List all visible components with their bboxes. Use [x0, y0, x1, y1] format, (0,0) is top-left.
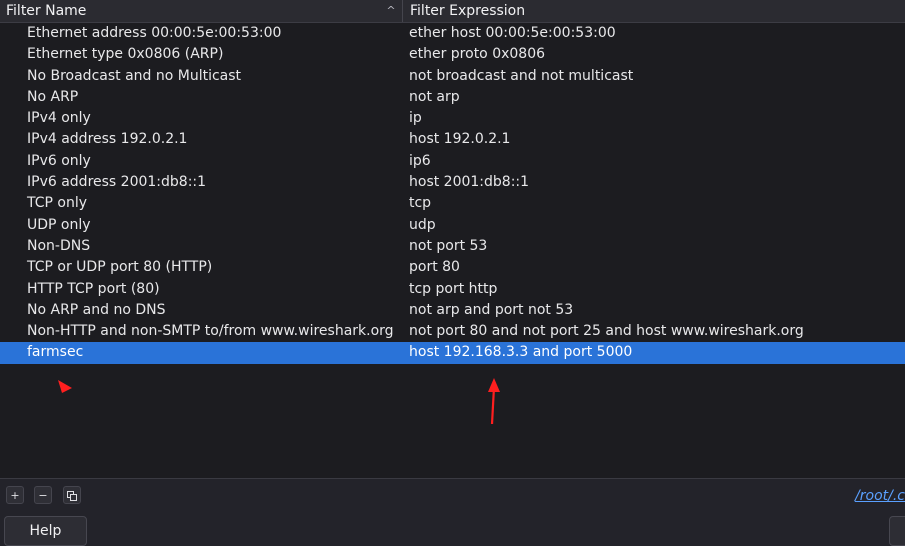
filter-expression-cell[interactable]: not port 80 and not port 25 and host www… — [409, 321, 804, 342]
help-button[interactable]: Help — [4, 516, 87, 546]
table-row[interactable]: No ARP not arp — [0, 87, 905, 108]
table-row[interactable]: IPv6 address 2001:db8::1 host 2001:db8::1 — [0, 172, 905, 193]
filter-expression-cell[interactable]: udp — [409, 215, 436, 236]
config-path-link[interactable]: /root/.c — [855, 488, 905, 504]
filter-name-cell[interactable]: IPv6 only — [27, 151, 91, 172]
filter-expression-cell[interactable]: tcp port http — [409, 279, 497, 300]
table-header: Filter Name ^ Filter Expression — [0, 0, 905, 23]
filter-expression-cell[interactable]: host 192.168.3.3 and port 5000 — [409, 342, 632, 363]
sort-ascending-icon[interactable]: ^ — [384, 0, 398, 22]
table-row[interactable]: UDP only udp — [0, 215, 905, 236]
table-row[interactable]: No ARP and no DNS not arp and port not 53 — [0, 300, 905, 321]
filter-name-cell[interactable]: TCP or UDP port 80 (HTTP) — [27, 257, 212, 278]
table-row[interactable]: Ethernet type 0x0806 (ARP) ether proto 0x… — [0, 44, 905, 65]
filter-name-cell[interactable]: UDP only — [27, 215, 91, 236]
filter-expression-cell[interactable]: not arp — [409, 87, 460, 108]
table-row[interactable]: TCP or UDP port 80 (HTTP) port 80 — [0, 257, 905, 278]
table-row[interactable]: IPv6 only ip6 — [0, 151, 905, 172]
table-row[interactable]: IPv4 only ip — [0, 108, 905, 129]
capture-filters-dialog: Filter Name ^ Filter Expression Ethernet… — [0, 0, 905, 546]
table-row[interactable]: HTTP TCP port (80) tcp port http — [0, 279, 905, 300]
filter-name-cell[interactable]: No ARP — [27, 87, 78, 108]
add-filter-button[interactable]: + — [6, 486, 24, 504]
table-row[interactable]: IPv4 address 192.0.2.1 host 192.0.2.1 — [0, 129, 905, 150]
filter-name-cell[interactable]: farmsec — [27, 342, 83, 363]
filter-name-cell[interactable]: Ethernet address 00:00:5e:00:53:00 — [27, 23, 281, 44]
filter-expression-cell[interactable]: not arp and port not 53 — [409, 300, 573, 321]
filter-expression-cell[interactable]: port 80 — [409, 257, 460, 278]
remove-filter-button[interactable]: − — [34, 486, 52, 504]
table-row[interactable]: Non-HTTP and non-SMTP to/from www.wiresh… — [0, 321, 905, 342]
filter-name-cell[interactable]: Non-HTTP and non-SMTP to/from www.wiresh… — [27, 321, 394, 342]
filter-name-cell[interactable]: HTTP TCP port (80) — [27, 279, 160, 300]
filter-expression-cell[interactable]: ip — [409, 108, 422, 129]
filter-table: Filter Name ^ Filter Expression Ethernet… — [0, 0, 905, 479]
filter-expression-cell[interactable]: host 192.0.2.1 — [409, 129, 510, 150]
filter-rows: Ethernet address 00:00:5e:00:53:00 ether … — [0, 23, 905, 364]
filter-expression-cell[interactable]: host 2001:db8::1 — [409, 172, 529, 193]
filter-expression-cell[interactable]: tcp — [409, 193, 431, 214]
filter-expression-cell[interactable]: ip6 — [409, 151, 431, 172]
filter-name-cell[interactable]: IPv6 address 2001:db8::1 — [27, 172, 206, 193]
filter-name-cell[interactable]: No Broadcast and no Multicast — [27, 66, 241, 87]
filter-name-cell[interactable]: Non-DNS — [27, 236, 90, 257]
annotation-arrow-right-line — [490, 386, 496, 425]
copy-filter-button[interactable] — [63, 486, 81, 504]
filter-name-cell[interactable]: TCP only — [27, 193, 87, 214]
table-row[interactable]: Non-DNS not port 53 — [0, 236, 905, 257]
filter-toolbar: + − /root/.c — [0, 484, 905, 508]
filter-name-cell[interactable]: IPv4 address 192.0.2.1 — [27, 129, 187, 150]
copy-icon — [67, 491, 77, 501]
table-row[interactable]: No Broadcast and no Multicast not broadca… — [0, 66, 905, 87]
table-row[interactable]: TCP only tcp — [0, 193, 905, 214]
filter-expression-cell[interactable]: ether proto 0x0806 — [409, 44, 545, 65]
filter-expression-cell[interactable]: not port 53 — [409, 236, 487, 257]
column-header-filter-name[interactable]: Filter Name — [0, 0, 403, 22]
filter-expression-cell[interactable]: ether host 00:00:5e:00:53:00 — [409, 23, 616, 44]
dialog-button-partial[interactable] — [889, 516, 905, 546]
column-header-filter-expression[interactable]: Filter Expression — [404, 0, 905, 22]
table-row-selected[interactable]: farmsec host 192.168.3.3 and port 5000 — [0, 342, 905, 364]
filter-expression-cell[interactable]: not broadcast and not multicast — [409, 66, 633, 87]
filter-name-cell[interactable]: No ARP and no DNS — [27, 300, 166, 321]
annotation-arrow-left-icon — [58, 380, 72, 393]
table-row[interactable]: Ethernet address 00:00:5e:00:53:00 ether … — [0, 23, 905, 44]
filter-name-cell[interactable]: IPv4 only — [27, 108, 91, 129]
filter-name-cell[interactable]: Ethernet type 0x0806 (ARP) — [27, 44, 223, 65]
annotation-arrow-right-head-icon — [488, 378, 500, 392]
